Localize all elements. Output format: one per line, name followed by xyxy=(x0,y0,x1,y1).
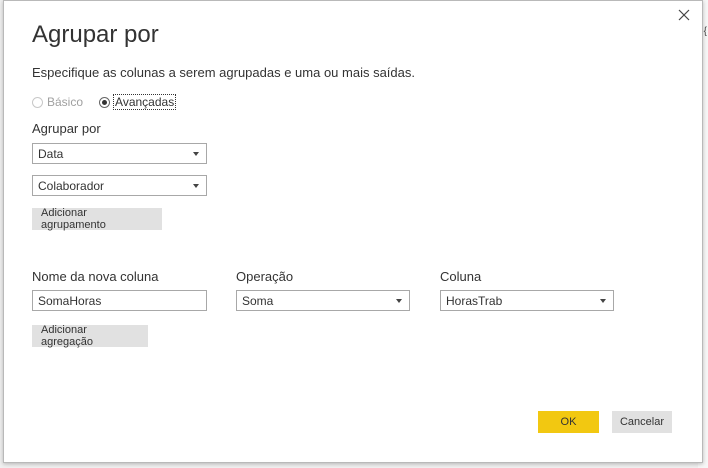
radio-advanced-indicator xyxy=(99,96,111,108)
group-by-select-2[interactable]: Colaborador xyxy=(32,175,207,196)
group-by-select-1[interactable]: Data xyxy=(32,143,207,164)
add-grouping-button[interactable]: Adicionar agrupamento xyxy=(32,207,162,231)
new-column-name-input[interactable] xyxy=(32,290,207,311)
chevron-down-icon xyxy=(396,299,402,303)
operation-select-value: Soma xyxy=(242,293,274,308)
radio-basic[interactable]: Básico xyxy=(32,95,83,109)
column-label: Coluna xyxy=(440,269,482,284)
close-button[interactable] xyxy=(674,5,694,25)
radio-advanced-label: Avançadas xyxy=(113,94,177,110)
radio-advanced[interactable]: Avançadas xyxy=(99,94,177,110)
ok-button[interactable]: OK xyxy=(538,411,599,433)
operation-select[interactable]: Soma xyxy=(236,290,410,311)
close-icon xyxy=(678,9,690,21)
cancel-button[interactable]: Cancelar xyxy=(612,411,672,433)
dialog-subtitle: Especifique as colunas a serem agrupadas… xyxy=(32,65,415,80)
dialog-title: Agrupar por xyxy=(32,21,159,48)
radio-basic-label: Básico xyxy=(47,95,84,109)
background-glyph: { xyxy=(703,26,707,37)
mode-radio-group: Básico Avançadas xyxy=(32,94,191,110)
add-aggregation-button[interactable]: Adicionar agregação xyxy=(32,324,148,348)
operation-label: Operação xyxy=(236,269,294,284)
chevron-down-icon xyxy=(193,184,199,188)
column-select-value: HorasTrab xyxy=(446,293,503,308)
group-by-select-1-value: Data xyxy=(38,146,64,161)
chevron-down-icon xyxy=(193,152,199,156)
group-by-dialog: Agrupar por Especifique as colunas a ser… xyxy=(3,0,703,463)
new-column-label: Nome da nova coluna xyxy=(32,269,159,284)
group-by-label: Agrupar por xyxy=(32,121,101,136)
column-select[interactable]: HorasTrab xyxy=(440,290,614,311)
chevron-down-icon xyxy=(600,299,606,303)
group-by-select-2-value: Colaborador xyxy=(38,178,105,193)
radio-basic-indicator xyxy=(32,96,43,108)
